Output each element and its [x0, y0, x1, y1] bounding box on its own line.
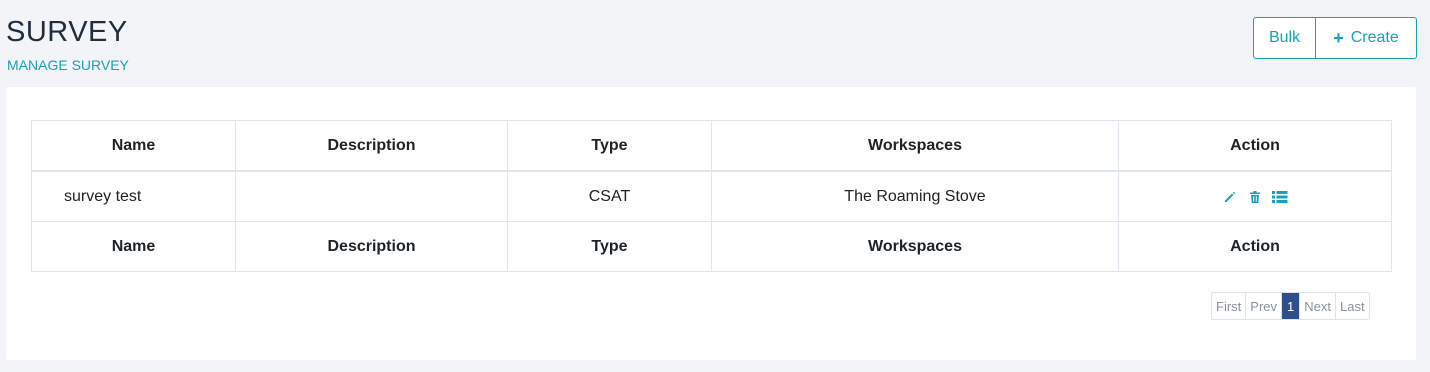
column-footer-workspaces: Workspaces	[711, 221, 1119, 272]
table-row: survey test CSAT The Roaming Stove	[31, 170, 1392, 222]
cell-actions	[1118, 170, 1392, 222]
pagination-first[interactable]: First	[1212, 293, 1247, 319]
bulk-button[interactable]: Bulk	[1254, 18, 1316, 58]
header-button-group: Bulk + Create	[1253, 17, 1417, 59]
page-header: SURVEY MANAGE SURVEY Bulk + Create	[0, 0, 1430, 86]
cell-description	[235, 170, 508, 222]
pagination-current-page[interactable]: 1	[1282, 293, 1301, 319]
create-button[interactable]: + Create	[1316, 18, 1416, 58]
column-header-action: Action	[1118, 120, 1392, 172]
column-footer-action: Action	[1118, 221, 1392, 272]
survey-card: Name Description Type Workspaces Action …	[6, 87, 1416, 360]
cell-name: survey test	[31, 170, 236, 222]
create-button-label: Create	[1350, 29, 1399, 46]
column-header-description[interactable]: Description	[235, 120, 508, 172]
column-header-workspaces[interactable]: Workspaces	[711, 120, 1119, 172]
table-footer-row: Name Description Type Workspaces Action	[31, 221, 1392, 272]
pencil-icon[interactable]	[1222, 189, 1238, 205]
list-icon[interactable]	[1272, 189, 1288, 205]
pagination-prev[interactable]: Prev	[1246, 293, 1283, 319]
pagination-last[interactable]: Last	[1335, 293, 1369, 319]
trash-icon[interactable]	[1247, 189, 1263, 205]
table-header-row: Name Description Type Workspaces Action	[31, 120, 1392, 172]
cell-workspaces: The Roaming Stove	[711, 170, 1119, 222]
plus-icon: +	[1333, 28, 1344, 48]
column-footer-type: Type	[507, 221, 712, 272]
page-title: SURVEY	[6, 16, 128, 48]
pagination: First Prev 1 Next Last	[1211, 292, 1370, 320]
bulk-button-label: Bulk	[1268, 29, 1301, 46]
column-header-type[interactable]: Type	[507, 120, 712, 172]
column-footer-description: Description	[235, 221, 508, 272]
cell-type: CSAT	[507, 170, 712, 222]
column-footer-name: Name	[31, 221, 236, 272]
pagination-next[interactable]: Next	[1300, 293, 1336, 319]
column-header-name[interactable]: Name	[31, 120, 236, 172]
page-subtitle: MANAGE SURVEY	[7, 57, 129, 73]
survey-table: Name Description Type Workspaces Action …	[31, 120, 1392, 272]
row-actions	[1119, 189, 1391, 205]
